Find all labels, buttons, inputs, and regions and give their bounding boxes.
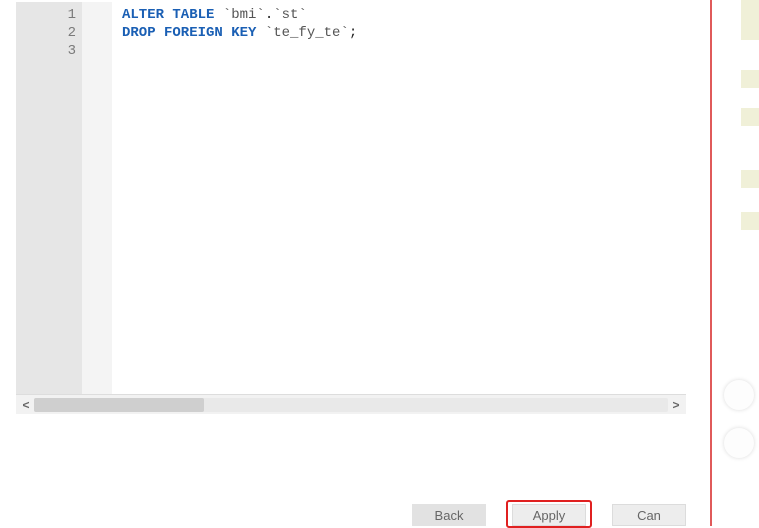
decor-stripe [741,212,759,230]
decor-circle [724,380,754,410]
line-number: 3 [16,42,82,60]
code-line: ALTER TABLE `bmi`.`st` [122,6,680,24]
code-line [122,42,680,60]
apply-button-highlight-wrap: Apply [512,504,586,526]
right-margin-decor [714,0,759,526]
code-area[interactable]: ALTER TABLE `bmi`.`st`DROP FOREIGN KEY `… [112,2,686,394]
line-number: 1 [16,6,82,24]
decor-stripe [741,70,759,88]
line-number-gutter: 123 [16,2,82,394]
scroll-track[interactable] [34,398,668,412]
decor-stripe [741,0,759,40]
decor-stripe [741,170,759,188]
gutter-wrap: 123 [16,2,112,394]
cancel-button[interactable]: Can [612,504,686,526]
decor-stripe [741,108,759,126]
scroll-thumb[interactable] [34,398,204,412]
code-line: DROP FOREIGN KEY `te_fy_te`; [122,24,680,42]
dialog-button-row: Back Apply Can [0,490,710,526]
sql-editor: 123 ALTER TABLE `bmi`.`st`DROP FOREIGN K… [16,2,686,422]
apply-button[interactable]: Apply [512,504,586,526]
line-number: 2 [16,24,82,42]
scroll-right-arrow[interactable]: > [668,398,684,412]
editor-body: 123 ALTER TABLE `bmi`.`st`DROP FOREIGN K… [16,2,686,394]
scroll-left-arrow[interactable]: < [18,398,34,412]
horizontal-scrollbar[interactable]: < > [16,394,686,414]
back-button[interactable]: Back [412,504,486,526]
dialog-panel: 123 ALTER TABLE `bmi`.`st`DROP FOREIGN K… [0,0,712,526]
fold-strip [82,2,112,394]
decor-circle [724,428,754,458]
